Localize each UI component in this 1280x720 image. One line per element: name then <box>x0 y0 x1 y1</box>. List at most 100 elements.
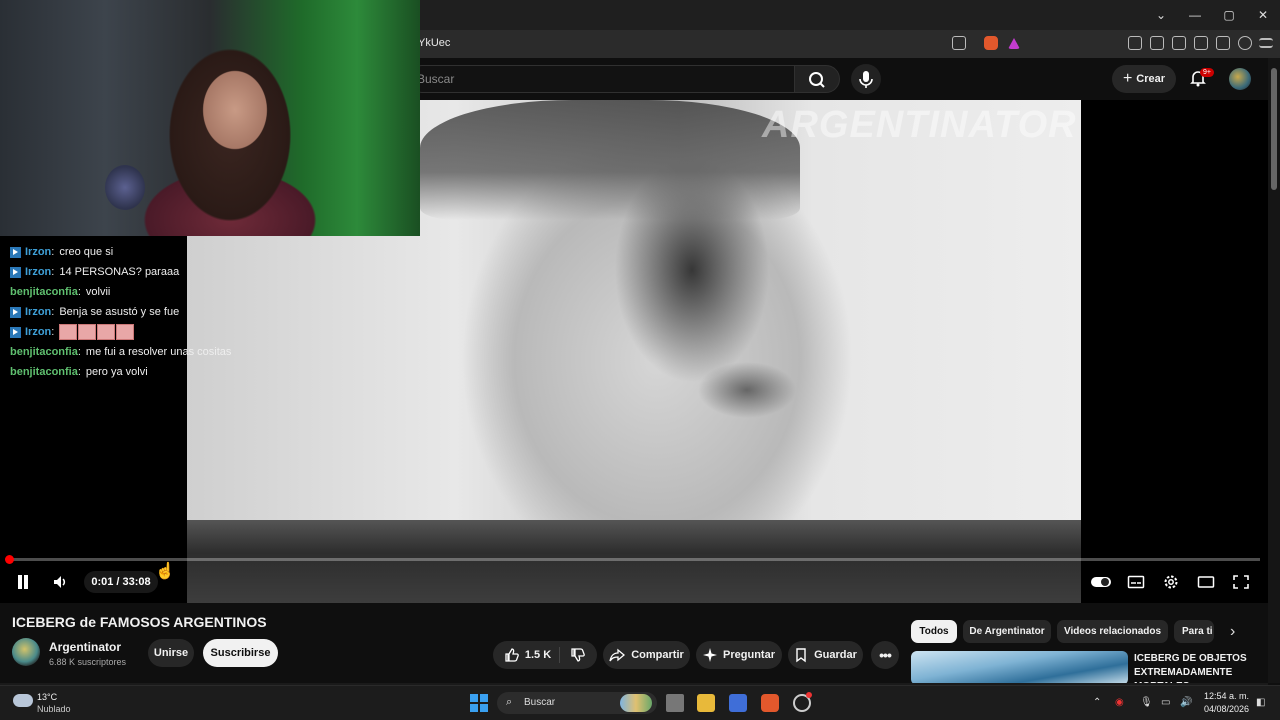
sidebar-icon[interactable] <box>1172 36 1186 50</box>
chat-username: Irzon <box>25 306 52 318</box>
recommended-video-title[interactable]: ICEBERG DE OBJETOS EXTREMADAMENTE MORTAL… <box>1134 652 1264 684</box>
task-view-icon[interactable] <box>666 694 684 712</box>
brave-shields-icon[interactable] <box>984 36 998 50</box>
chat-message: Irzon: 14 PERSONAS? paraaa <box>10 262 231 282</box>
chevron-right-icon[interactable]: › <box>1230 623 1235 641</box>
ask-button[interactable]: Preguntar <box>696 641 782 669</box>
pause-button[interactable] <box>16 575 30 589</box>
chat-message: Irzon: <box>10 322 231 342</box>
recording-dot-icon <box>806 692 812 698</box>
subscribe-button[interactable]: Suscribirse <box>203 639 278 667</box>
media-icon[interactable] <box>1150 36 1164 50</box>
dislike-button[interactable] <box>566 647 586 663</box>
cloud-icon[interactable] <box>13 694 33 707</box>
file-explorer-icon[interactable] <box>697 694 715 712</box>
url-text[interactable]: YkUec <box>418 37 450 49</box>
menu-icon[interactable] <box>1259 38 1273 48</box>
prime-badge-icon <box>10 266 21 278</box>
save-button[interactable]: Guardar <box>788 641 863 669</box>
network-icon[interactable]: ▭ <box>1161 697 1170 708</box>
time-display: 0:01 / 33:08 <box>84 571 158 593</box>
maximize-button[interactable]: ▢ <box>1212 8 1246 22</box>
settings-button[interactable] <box>1162 574 1180 590</box>
weather-temperature[interactable]: 13°C <box>37 692 57 702</box>
like-button[interactable]: 1.5 K <box>504 647 561 663</box>
like-dislike-group: 1.5 K <box>493 641 597 669</box>
thumbs-down-icon <box>571 648 585 662</box>
close-button[interactable]: ✕ <box>1246 8 1280 22</box>
search-button[interactable] <box>794 65 840 93</box>
channel-avatar[interactable] <box>12 638 40 666</box>
brave-browser-icon[interactable] <box>761 694 779 712</box>
fullscreen-button[interactable] <box>1232 574 1250 590</box>
volume-button[interactable] <box>52 574 68 590</box>
chat-message: benjitaconfia: volvii <box>10 286 111 298</box>
obs-tray-icon[interactable]: ◉ <box>1115 697 1124 708</box>
wallet-icon[interactable] <box>1194 36 1208 50</box>
search-placeholder: Buscar <box>417 72 455 86</box>
chat-username: benjitaconfia <box>10 286 78 298</box>
leo-ai-icon[interactable] <box>1216 36 1230 50</box>
more-icon: ••• <box>879 647 892 663</box>
video-watermark: ARGENTINATOR <box>762 104 1077 146</box>
store-icon[interactable] <box>729 694 747 712</box>
progress-bar[interactable] <box>8 558 1260 561</box>
search-icon: ⌕ <box>506 696 513 708</box>
chip-all[interactable]: Todos <box>911 620 957 643</box>
notification-badge: 9+ <box>1200 68 1214 77</box>
sparkle-icon <box>703 648 718 662</box>
cast-icon[interactable] <box>952 36 966 50</box>
ask-label: Preguntar <box>723 649 775 661</box>
webcam-lamp-glow <box>105 165 145 210</box>
recommended-video-thumbnail[interactable] <box>911 651 1128 685</box>
streamer-webcam <box>0 0 420 236</box>
tab-search-icon[interactable]: ⌄ <box>1144 8 1178 22</box>
speaker-icon[interactable]: 🔊 <box>1180 697 1192 708</box>
chat-message: Irzon: creo que si <box>10 242 231 262</box>
chevron-up-icon[interactable]: ⌃ <box>1093 697 1101 708</box>
chip-related[interactable]: Videos relacionados <box>1057 620 1168 643</box>
progress-scrubber[interactable] <box>5 555 14 564</box>
chat-text: creo que si <box>59 246 114 258</box>
clock-time[interactable]: 12:54 a. m. <box>1201 691 1249 701</box>
autoplay-toggle-icon <box>1091 577 1111 587</box>
subscriber-count: 6.88 K suscriptores <box>49 657 127 667</box>
chat-text: volvii <box>85 286 111 298</box>
prime-badge-icon <box>10 326 21 338</box>
share-label: Compartir <box>631 649 684 661</box>
microphone-tray-icon[interactable]: 🎙 <box>1140 697 1153 708</box>
vpn-shield-icon[interactable] <box>1238 36 1252 50</box>
taskbar-search-label: Buscar <box>524 697 556 708</box>
video-frame-shade <box>420 100 800 220</box>
brave-rewards-icon[interactable] <box>1008 38 1020 49</box>
search-input[interactable] <box>408 65 794 93</box>
weather-description[interactable]: Nublado <box>37 704 71 714</box>
create-button[interactable]: + Crear <box>1112 65 1176 93</box>
account-avatar[interactable] <box>1229 68 1251 90</box>
subtitles-button[interactable] <box>1127 574 1145 590</box>
save-label: Guardar <box>814 649 857 661</box>
theater-mode-button[interactable] <box>1197 574 1215 590</box>
share-button[interactable]: Compartir <box>603 641 690 669</box>
voice-search-button[interactable] <box>851 64 881 94</box>
chip-from-channel[interactable]: De Argentinator <box>963 620 1051 643</box>
chip-for-you[interactable]: Para ti <box>1174 620 1214 643</box>
more-actions-button[interactable]: ••• <box>871 641 899 669</box>
chat-text: pero ya volvi <box>85 366 148 378</box>
clock-date[interactable]: 04/08/2026 <box>1201 704 1249 714</box>
extensions-icon[interactable] <box>1128 36 1142 50</box>
gear-icon <box>1164 575 1178 589</box>
autoplay-toggle[interactable] <box>1090 574 1112 590</box>
notification-center-icon[interactable]: ◧ <box>1256 697 1265 708</box>
join-button[interactable]: Unirse <box>148 639 194 667</box>
minimize-button[interactable]: — <box>1178 8 1212 22</box>
scrollbar-thumb[interactable] <box>1271 68 1277 190</box>
start-button[interactable] <box>470 694 488 712</box>
subtitles-icon <box>1127 575 1145 589</box>
search-highlight-icon[interactable] <box>620 694 652 712</box>
prime-badge-icon <box>10 306 21 318</box>
mouse-cursor-icon: ☝ <box>155 563 175 580</box>
chat-message: benjitaconfia: me fui a resolver unas co… <box>10 346 232 358</box>
chat-text: Benja se asustó y se fue <box>59 306 180 318</box>
channel-name[interactable]: Argentinator <box>49 640 121 654</box>
